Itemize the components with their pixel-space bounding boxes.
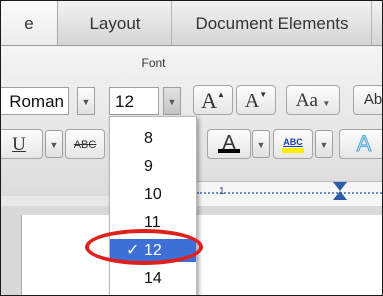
- document-page[interactable]: [21, 215, 382, 295]
- tab-home[interactable]: e: [1, 1, 58, 45]
- text-effects-button[interactable]: A: [339, 129, 382, 159]
- font-size-dropdown-button[interactable]: ▼: [163, 87, 181, 115]
- tab-document-elements[interactable]: Document Elements: [173, 1, 372, 45]
- underline-label: U: [12, 134, 26, 155]
- underline-button[interactable]: U: [1, 129, 43, 159]
- font-size-field[interactable]: 12: [109, 87, 159, 115]
- font-name-dropdown-button[interactable]: ▼: [77, 87, 95, 115]
- strikethrough-button[interactable]: ABC: [65, 129, 105, 159]
- font-size-option-10[interactable]: 10: [110, 183, 196, 206]
- clear-formatting-label: Ab: [363, 91, 383, 108]
- callout-ellipse: [85, 229, 203, 265]
- font-color-swatch: [218, 149, 240, 153]
- highlight-dropdown-button[interactable]: ▼: [315, 130, 333, 158]
- underline-dropdown-button[interactable]: ▼: [45, 130, 63, 158]
- grow-font-button[interactable]: A▲: [193, 85, 233, 115]
- font-size-dropdown-list: 8 9 10 11 ✓ 12 14: [109, 116, 197, 295]
- chevron-down-icon: ▼: [322, 99, 331, 108]
- change-case-button[interactable]: Aa ▼: [286, 85, 340, 115]
- shrink-down-arrow-icon: ▼: [259, 90, 268, 99]
- tab-layout[interactable]: Layout: [59, 1, 172, 45]
- text-effects-label: A: [356, 131, 372, 157]
- horizontal-ruler[interactable]: 1: [197, 181, 382, 207]
- font-size-option-9[interactable]: 9: [110, 155, 196, 178]
- clear-formatting-button[interactable]: Ab: [353, 85, 383, 115]
- highlight-swatch: [282, 148, 304, 153]
- font-color-dropdown-button[interactable]: ▼: [252, 130, 270, 158]
- grow-font-label: A: [201, 88, 217, 113]
- font-size-option-8[interactable]: 8: [110, 127, 196, 150]
- strikethrough-label: ABC: [73, 139, 97, 151]
- font-size-option-14[interactable]: 14: [110, 267, 196, 290]
- ruler-tab-marker: 1: [219, 186, 225, 197]
- ribbon-tab-bar: e Layout Document Elements: [1, 1, 382, 46]
- change-case-label: Aa: [295, 90, 318, 111]
- grow-up-arrow-icon: ▲: [216, 90, 225, 99]
- option-label: 9: [144, 158, 153, 175]
- font-color-button[interactable]: A: [207, 129, 251, 159]
- font-name-field[interactable]: Roman: [1, 87, 69, 115]
- indent-marker-icon[interactable]: [333, 182, 347, 204]
- option-label: 8: [144, 130, 153, 147]
- option-label: 14: [144, 270, 162, 287]
- option-label: 10: [144, 186, 162, 203]
- highlight-button[interactable]: ABC: [273, 129, 313, 159]
- highlight-label: ABC: [283, 137, 303, 147]
- shrink-font-label: A: [244, 90, 260, 112]
- font-group-label: Font: [141, 56, 166, 70]
- shrink-font-button[interactable]: A▼: [236, 85, 276, 115]
- word-ribbon-window: e Layout Document Elements Font Roman ▼ …: [0, 0, 383, 296]
